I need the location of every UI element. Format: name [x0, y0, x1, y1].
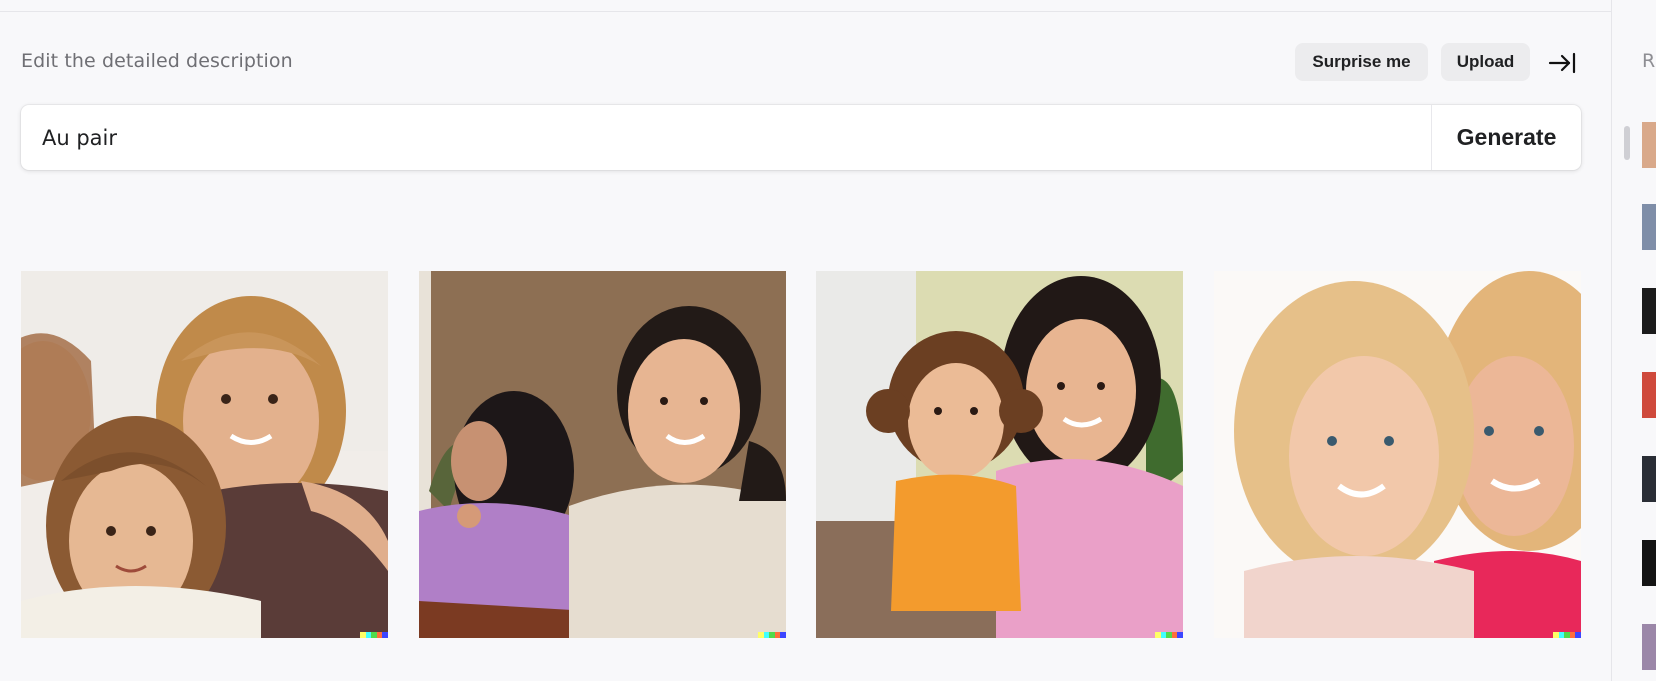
prompt-section-label: Edit the detailed description	[21, 50, 293, 72]
history-sidebar: R	[1611, 0, 1656, 681]
upload-button[interactable]: Upload	[1441, 43, 1530, 81]
history-thumbnail[interactable]	[1642, 540, 1656, 586]
generated-image-1[interactable]	[21, 271, 388, 638]
history-thumbnail[interactable]	[1642, 288, 1656, 334]
history-thumbnail[interactable]	[1642, 624, 1656, 670]
history-thumbnail[interactable]	[1642, 372, 1656, 418]
top-divider	[0, 11, 1611, 12]
generated-image-2[interactable]	[419, 271, 786, 638]
prompt-input[interactable]: Au pair	[42, 105, 1422, 170]
watermark	[1155, 632, 1183, 638]
surprise-me-button[interactable]: Surprise me	[1295, 43, 1428, 81]
watermark	[758, 632, 786, 638]
watermark	[1553, 632, 1581, 638]
watermark	[360, 632, 388, 638]
history-thumbnail[interactable]	[1642, 456, 1656, 502]
history-title: R	[1642, 50, 1656, 72]
collapse-sidebar-icon[interactable]	[1547, 49, 1577, 77]
history-thumbnail[interactable]	[1642, 122, 1656, 168]
history-thumbnail[interactable]	[1642, 204, 1656, 250]
sidebar-scrollbar[interactable]	[1624, 126, 1630, 160]
prompt-box: Au pair Generate	[21, 105, 1581, 170]
generated-image-3[interactable]	[816, 271, 1183, 638]
generated-image-4[interactable]	[1214, 271, 1581, 638]
main-panel: Edit the detailed description Surprise m…	[0, 0, 1611, 681]
generate-button[interactable]: Generate	[1432, 105, 1581, 170]
